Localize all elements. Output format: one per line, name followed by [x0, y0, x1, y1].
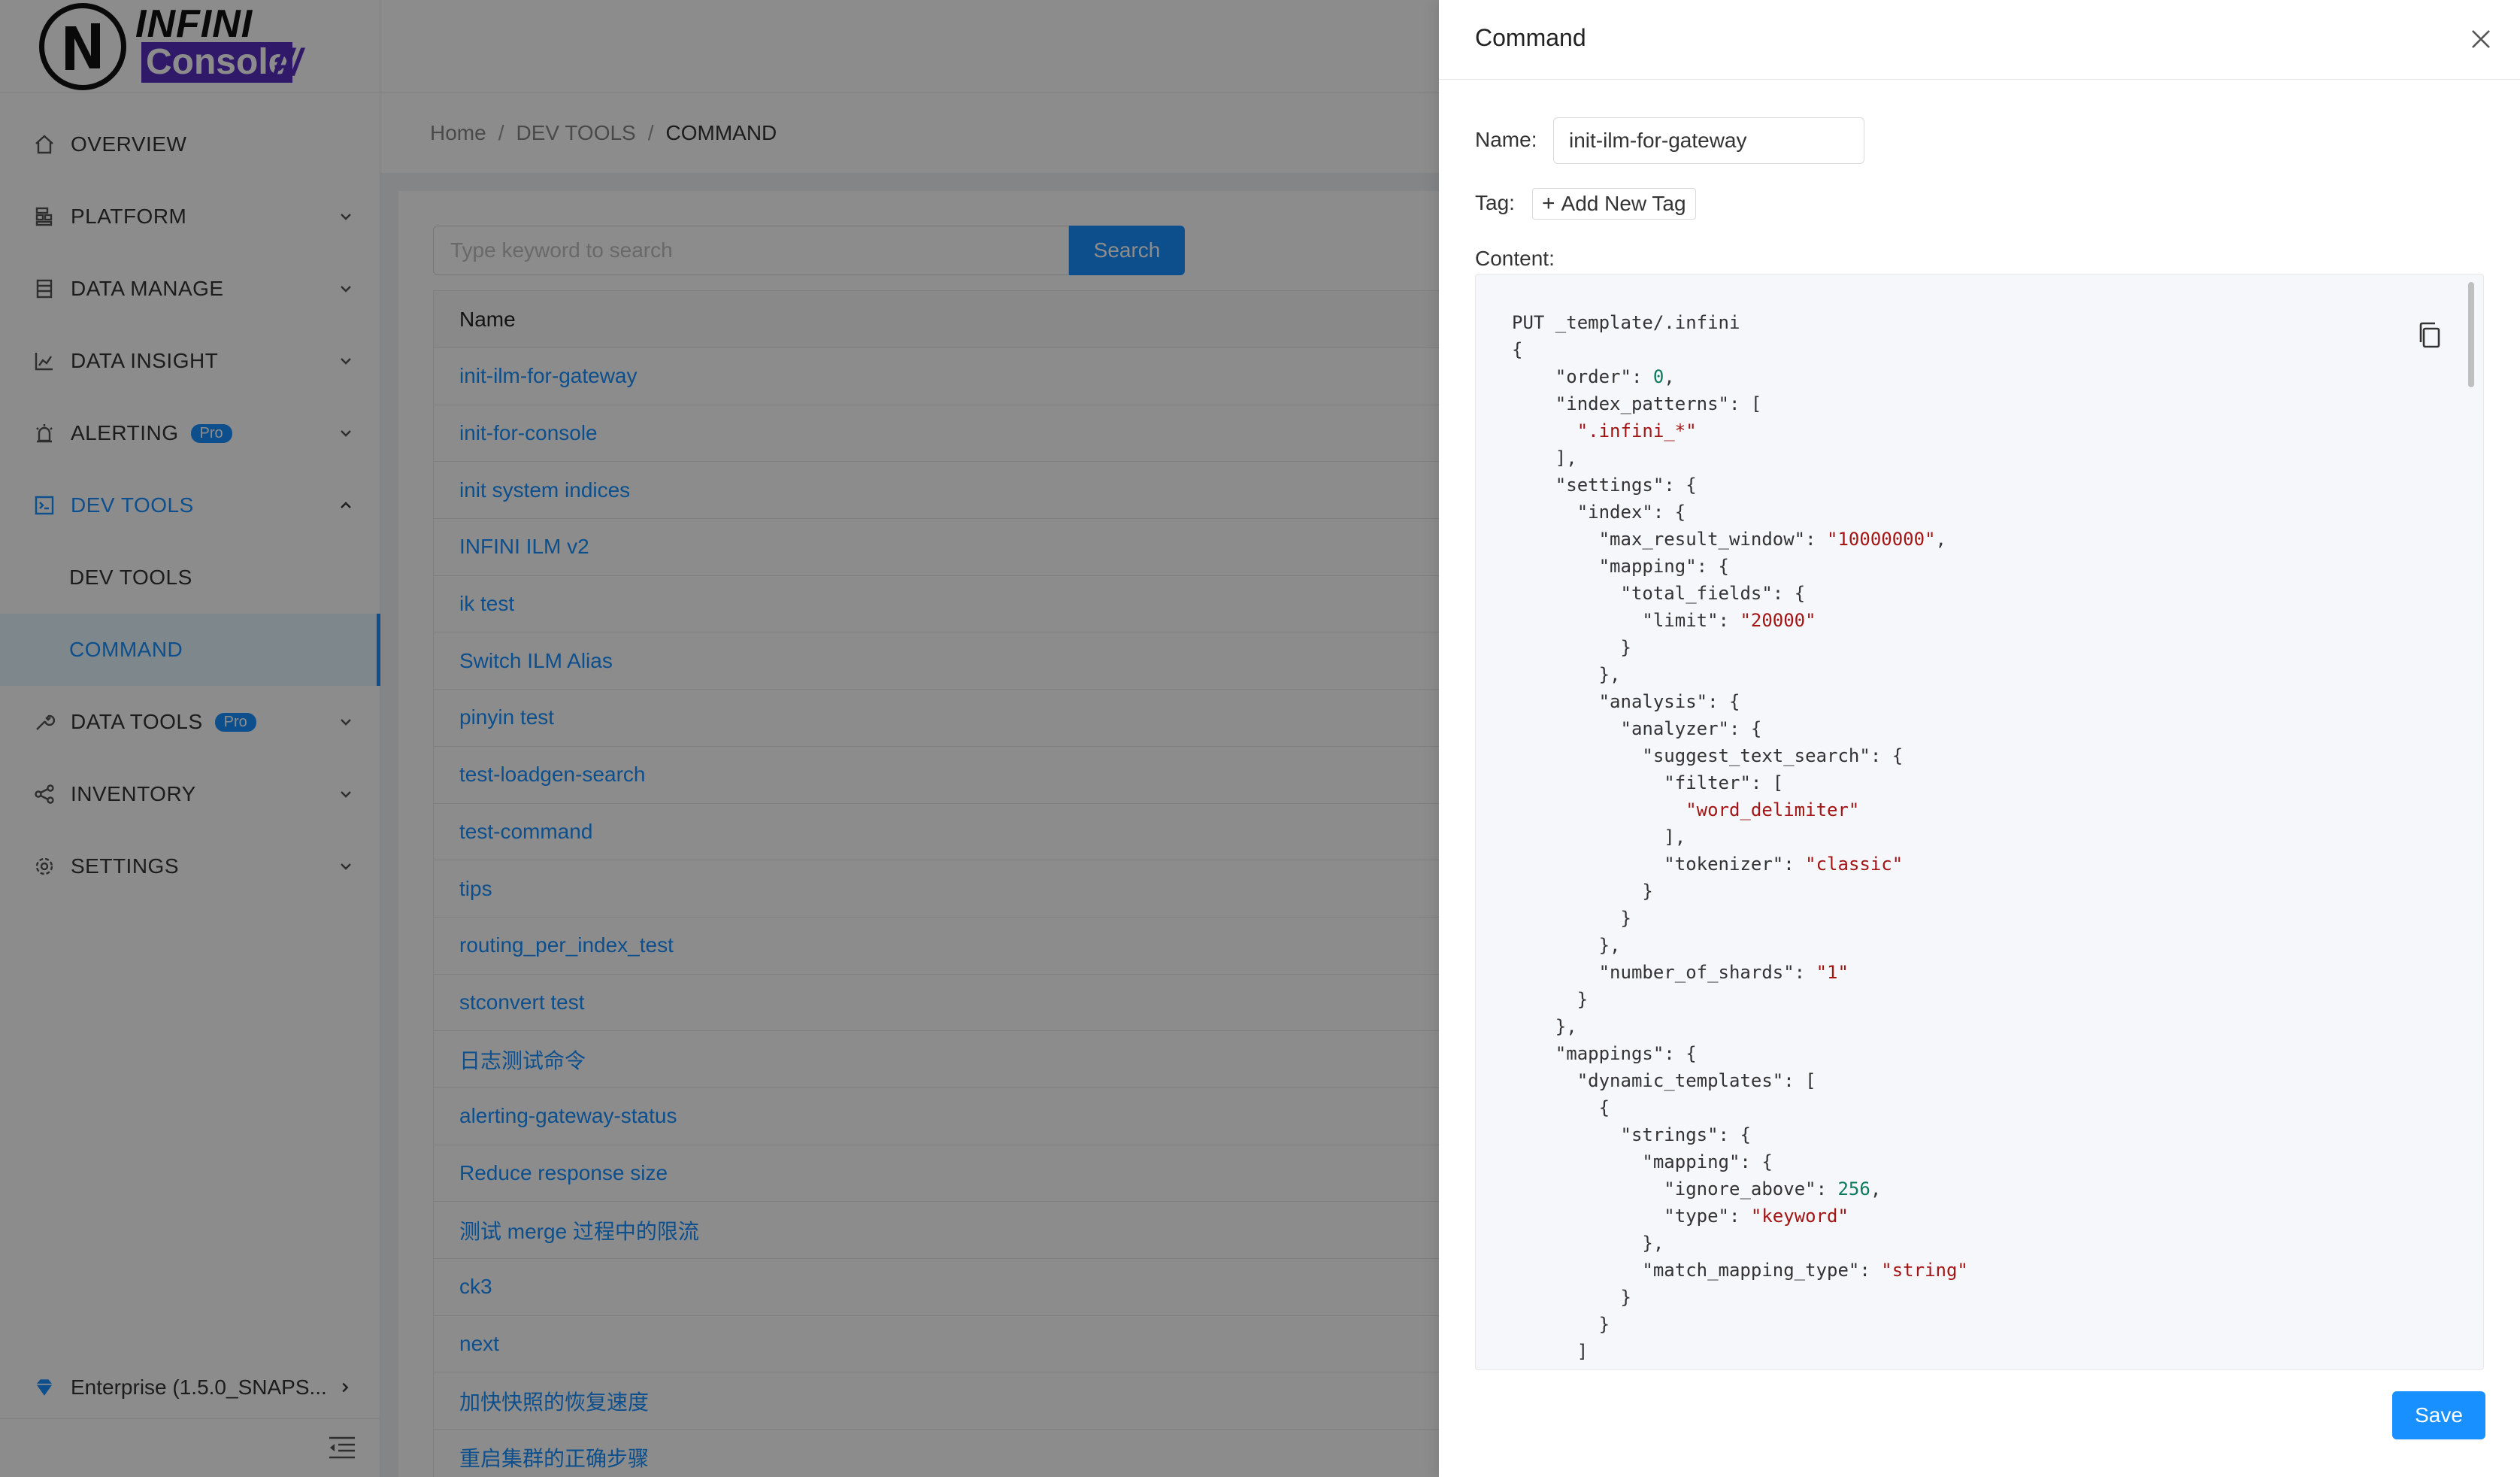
code-line: "max_result_window": "10000000",: [1598, 529, 1946, 550]
save-button[interactable]: Save: [2392, 1391, 2485, 1439]
code-content: PUT _template/.infini { "order": 0, "inde…: [1512, 309, 1968, 1365]
code-line: "index_patterns": [: [1555, 393, 1762, 414]
code-line: }: [1620, 1287, 1631, 1308]
code-line: ".infini_*": [1577, 420, 1697, 441]
code-line: "index": {: [1577, 502, 1686, 523]
code-line: "total_fields": {: [1620, 583, 1806, 604]
content-label: Content:: [1475, 247, 1555, 270]
code-line: {: [1512, 339, 1523, 360]
name-field[interactable]: [1553, 117, 1864, 164]
code-line: }: [1620, 908, 1631, 929]
code-line: "settings": {: [1555, 475, 1697, 496]
code-line: "dynamic_templates": [: [1577, 1070, 1816, 1091]
command-drawer: Command Name: Tag: + Add New Tag Content…: [1439, 0, 2520, 1477]
code-line: }: [1598, 1314, 1610, 1335]
code-line: "match_mapping_type": "string": [1642, 1260, 1968, 1281]
code-line: },: [1555, 1016, 1577, 1037]
content-editor[interactable]: PUT _template/.infini { "order": 0, "inde…: [1475, 274, 2484, 1370]
code-line: "suggest_text_search": {: [1642, 745, 1904, 766]
code-line: "mapping": {: [1642, 1151, 1773, 1172]
add-tag-label: Add New Tag: [1561, 192, 1686, 215]
code-line: "tokenizer": "classic": [1664, 854, 1904, 875]
code-line: },: [1598, 664, 1621, 685]
code-line: "analyzer": {: [1620, 718, 1762, 739]
code-line: },: [1598, 935, 1621, 956]
code-line: ],: [1555, 447, 1577, 469]
copy-icon[interactable]: [2417, 321, 2444, 351]
code-line: }: [1642, 881, 1653, 902]
code-line: "ignore_above": 256,: [1664, 1178, 1882, 1199]
code-line: "analysis": {: [1598, 691, 1740, 712]
plus-icon: +: [1542, 191, 1555, 216]
tag-label: Tag:: [1475, 191, 1515, 214]
code-line: "mappings": {: [1555, 1043, 1697, 1064]
code-line: "word_delimiter": [1686, 799, 1860, 820]
code-line: "number_of_shards": "1": [1598, 962, 1849, 983]
close-icon[interactable]: [2469, 27, 2493, 51]
code-line: },: [1642, 1233, 1664, 1254]
drawer-mask[interactable]: [0, 0, 1439, 1477]
code-line: "filter": [: [1664, 772, 1784, 793]
code-line: "mapping": {: [1598, 556, 1729, 577]
code-line: }: [1577, 989, 1589, 1010]
add-tag-button[interactable]: + Add New Tag: [1532, 188, 1696, 220]
code-line: "order": 0,: [1555, 366, 1675, 387]
editor-scrollbar[interactable]: [2468, 282, 2474, 387]
code-line: "limit": "20000": [1642, 610, 1816, 631]
code-line: "strings": {: [1620, 1124, 1751, 1145]
code-line: "type": "keyword": [1664, 1206, 1849, 1227]
code-line: ],: [1664, 826, 1686, 848]
name-label: Name:: [1475, 128, 1537, 151]
code-line: {: [1598, 1097, 1610, 1118]
code-line: ]: [1577, 1341, 1589, 1362]
code-line: }: [1620, 637, 1631, 658]
drawer-header: Command: [1439, 0, 2520, 80]
drawer-title: Command: [1475, 24, 1586, 51]
code-line: PUT _template/.infini: [1512, 312, 1740, 333]
